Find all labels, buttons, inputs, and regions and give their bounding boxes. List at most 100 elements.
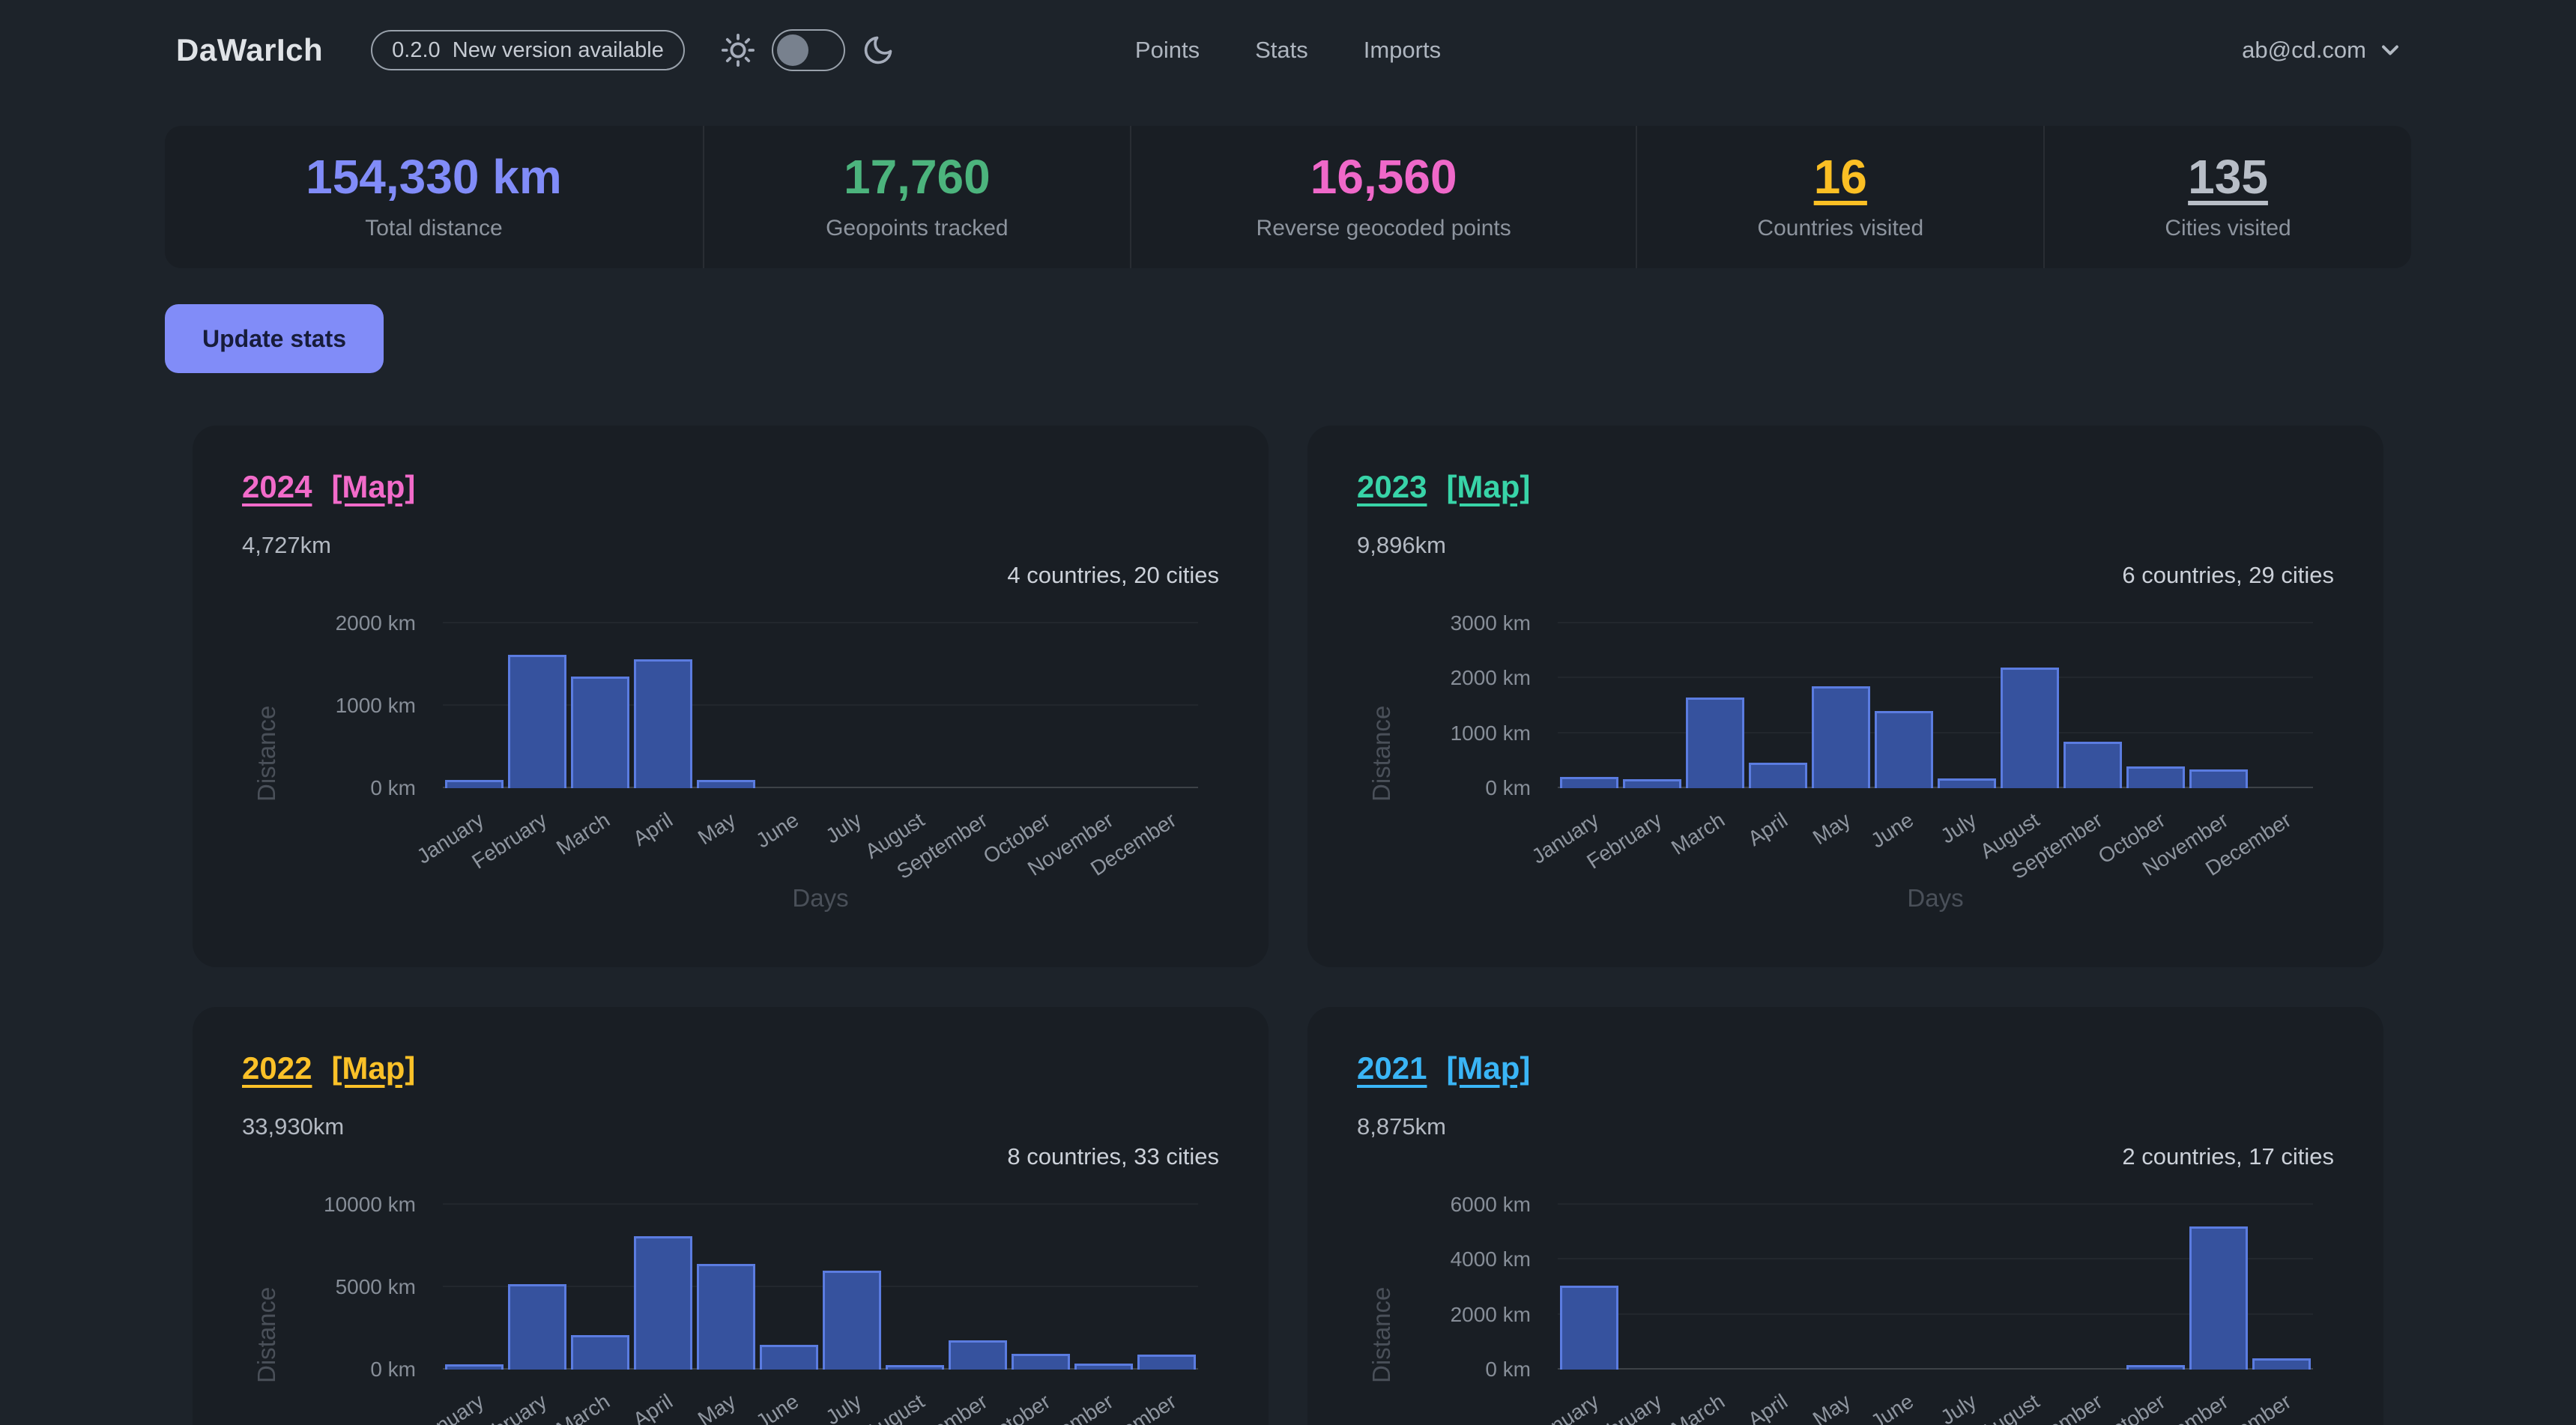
x-label: January	[274, 1390, 489, 1425]
version-badge[interactable]: 0.2.0 New version available	[371, 30, 685, 70]
bar-slot	[632, 1205, 695, 1370]
year-card: 2023 [Map] 9,896km 6 countries, 29 cities Di…	[1307, 426, 2383, 967]
bar-chart: Distance0 km2000 km4000 km6000 kmJanuary…	[1357, 1205, 2334, 1425]
bar-slot	[946, 623, 1009, 788]
bar	[2126, 1365, 2185, 1370]
user-menu[interactable]: ab@cd.com	[2242, 37, 2404, 64]
theme-toggle[interactable]	[772, 29, 845, 71]
bar	[2189, 1226, 2248, 1370]
bar	[1812, 686, 1870, 788]
year-link[interactable]: 2022	[242, 1050, 312, 1086]
update-stats-button[interactable]: Update stats	[165, 304, 384, 373]
nav-stats[interactable]: Stats	[1255, 37, 1308, 64]
app-logo[interactable]: DaWarIch	[176, 32, 323, 68]
bar	[445, 1364, 504, 1370]
map-link[interactable]: [Map]	[331, 1050, 415, 1086]
chart-plot: JanuaryFebruaryMarchAprilMayJuneJulyAugu…	[1558, 1205, 2313, 1370]
chart-plot: JanuaryFebruaryMarchAprilMayJuneJulyAugu…	[1558, 623, 2313, 788]
bar-slot	[695, 1205, 758, 1370]
stat-countries-visited: 16 Countries visited	[1636, 126, 2043, 268]
bar	[886, 1365, 944, 1370]
bar-slot	[443, 1205, 506, 1370]
map-link[interactable]: [Map]	[1446, 469, 1530, 505]
bar-slot	[1558, 623, 1621, 788]
axis-title-distance: Distance	[1367, 637, 1396, 802]
bar	[1875, 711, 1933, 788]
bar-slot	[1009, 623, 1072, 788]
bar-slot	[820, 1205, 883, 1370]
year-distance: 4,727km	[242, 532, 1219, 559]
year-card-title: 2021 [Map]	[1357, 1050, 2334, 1086]
bar-slot	[758, 1205, 820, 1370]
bar-slot	[946, 1205, 1009, 1370]
y-tick: 6000 km	[1357, 1194, 1531, 1215]
x-label: January	[1389, 1390, 1603, 1425]
year-cards-grid: 2024[Map]4,727km4 countries, 20 citiesDi…	[193, 426, 2383, 1425]
bar	[571, 677, 629, 788]
bar	[634, 1236, 692, 1370]
bar-slot	[1872, 1205, 1935, 1370]
bar-slot	[443, 623, 506, 788]
bar	[760, 1345, 818, 1370]
map-link[interactable]: [Map]	[331, 469, 415, 505]
bar	[823, 1271, 881, 1370]
y-tick: 0 km	[242, 1359, 416, 1380]
nav-imports[interactable]: Imports	[1364, 37, 1441, 64]
bar-slot	[1558, 1205, 1621, 1370]
bar-slot	[1998, 1205, 2061, 1370]
stat-label: Total distance	[365, 216, 502, 241]
stat-label: Geopoints tracked	[826, 216, 1008, 241]
y-tick: 10000 km	[242, 1194, 416, 1215]
stat-value: 16,560	[1310, 153, 1457, 201]
bar	[2063, 742, 2122, 788]
y-tick: 2000 km	[1357, 668, 1531, 689]
bar	[2252, 1358, 2311, 1370]
bar-slot	[820, 623, 883, 788]
countries-visited-link[interactable]: 16	[1814, 153, 1867, 201]
bar	[1749, 763, 1807, 788]
bar-slot	[1872, 623, 1935, 788]
bars	[443, 623, 1198, 788]
nav-points[interactable]: Points	[1135, 37, 1200, 64]
bar-slot	[1009, 1205, 1072, 1370]
countries-cities: 6 countries, 29 cities	[1357, 562, 2334, 589]
bar-slot	[1935, 1205, 1998, 1370]
year-card: 2024[Map]4,727km4 countries, 20 citiesDi…	[193, 426, 1269, 967]
bar-slot	[1998, 623, 2061, 788]
bar	[571, 1335, 629, 1370]
bar-slot	[1747, 623, 1809, 788]
bar-slot	[506, 1205, 569, 1370]
bar-slot	[1621, 1205, 1684, 1370]
stat-value: 17,760	[844, 153, 991, 201]
bar	[949, 1340, 1007, 1370]
map-link[interactable]: [Map]	[1446, 1050, 1530, 1086]
bar-slot	[2250, 1205, 2313, 1370]
bar-slot	[506, 623, 569, 788]
cities-visited-link[interactable]: 135	[2188, 153, 2268, 201]
bar-slot	[695, 623, 758, 788]
bar-slot	[1072, 623, 1135, 788]
bar-slot	[569, 623, 632, 788]
year-card-title: 2023 [Map]	[1357, 469, 2334, 505]
y-tick: 5000 km	[242, 1277, 416, 1298]
chart-plot: JanuaryFebruaryMarchAprilMayJuneJulyAugu…	[443, 623, 1198, 788]
axis-title-days: Days	[1558, 884, 2313, 913]
year-link[interactable]: 2024	[242, 469, 312, 505]
main-nav: Points Stats Imports	[1135, 37, 1441, 64]
bar	[445, 780, 504, 788]
bar	[697, 780, 755, 788]
y-tick: 0 km	[242, 778, 416, 799]
bar	[2126, 766, 2185, 788]
stats-row: 154,330 km Total distance 17,760 Geopoin…	[165, 126, 2411, 268]
axis-title-days: Days	[443, 884, 1198, 913]
y-tick: 0 km	[1357, 1359, 1531, 1380]
y-tick: 4000 km	[1357, 1249, 1531, 1270]
axis-title-distance: Distance	[1367, 1218, 1396, 1383]
year-link[interactable]: 2021	[1357, 1050, 1427, 1086]
bar	[2001, 668, 2059, 788]
bar	[1686, 698, 1744, 788]
year-distance: 9,896km	[1357, 532, 2334, 559]
bar-slot	[1072, 1205, 1135, 1370]
year-card-title: 2022 [Map]	[242, 1050, 1219, 1086]
year-link[interactable]: 2023	[1357, 469, 1427, 505]
